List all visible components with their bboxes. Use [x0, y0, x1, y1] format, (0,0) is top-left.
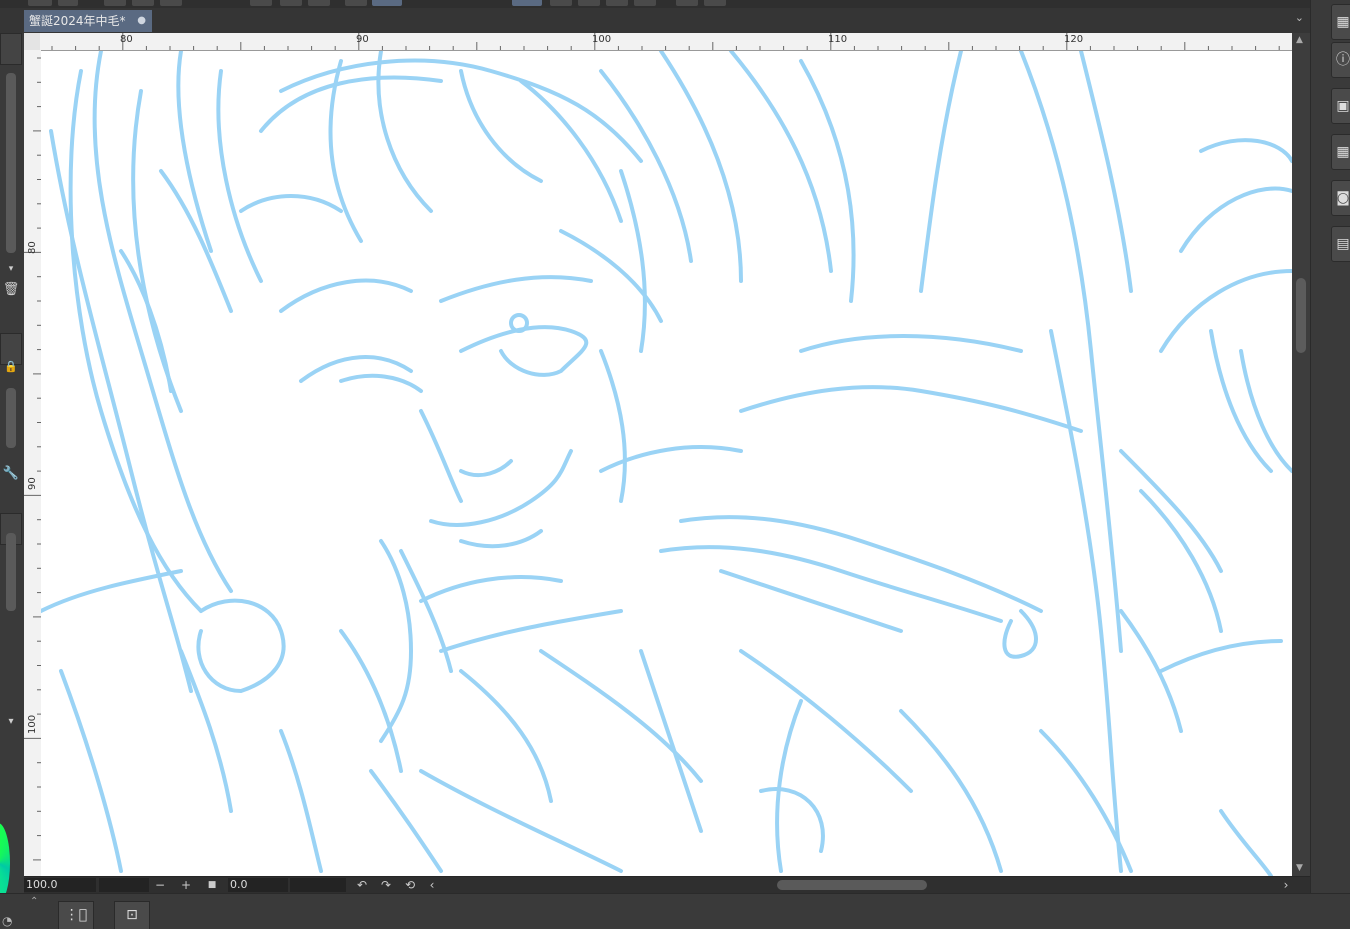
- chevron-up-icon[interactable]: ⌃: [30, 896, 38, 907]
- toolbar-button[interactable]: [634, 0, 656, 6]
- toolbar-button[interactable]: [28, 0, 52, 6]
- top-toolbar: [0, 0, 1350, 8]
- toolbar-button[interactable]: [578, 0, 600, 6]
- sketch-drawing: [41, 51, 1292, 876]
- tool-list-scrollbar[interactable]: [6, 73, 16, 253]
- ruler-label: 100: [592, 34, 612, 45]
- horizontal-scroll-thumb[interactable]: [777, 880, 927, 890]
- toolbar-button[interactable]: [280, 0, 302, 6]
- property-scrollbar[interactable]: [6, 388, 16, 448]
- toolbar-button[interactable]: [676, 0, 698, 6]
- scroll-down-icon[interactable]: ▼: [1296, 863, 1303, 873]
- ruler-label: 110: [828, 34, 848, 45]
- toolbar-button[interactable]: [58, 0, 78, 6]
- zoom-input[interactable]: 100.0: [24, 878, 96, 892]
- document-tab[interactable]: 蟹誕2024年中毛* ●: [24, 10, 152, 32]
- wrench-icon[interactable]: 🔧: [2, 465, 20, 483]
- navigator-icon[interactable]: ▦: [1331, 4, 1350, 40]
- toolbar-button[interactable]: [606, 0, 628, 6]
- fit-view-button[interactable]: ■: [204, 877, 220, 893]
- layer-icon[interactable]: ▦: [1331, 134, 1350, 170]
- ruler-ticks: [51, 33, 1280, 50]
- toolbar-button[interactable]: [308, 0, 330, 6]
- toolbar-button[interactable]: [250, 0, 272, 6]
- ruler-horizontal: 80 90 100 110 120: [40, 33, 1292, 51]
- rotate-left-button[interactable]: ↶: [354, 877, 370, 893]
- vertical-scroll-thumb[interactable]: [1296, 278, 1306, 353]
- ruler-label: 100: [27, 714, 38, 734]
- scroll-left-icon[interactable]: ‹: [424, 877, 440, 893]
- palette-scrollbar[interactable]: [6, 533, 16, 611]
- search-layer-icon[interactable]: ◙: [1331, 180, 1350, 216]
- drawing-canvas[interactable]: [41, 51, 1292, 876]
- scroll-up-icon[interactable]: ▲: [1296, 35, 1303, 45]
- ruler-ticks: [24, 57, 41, 861]
- rotation-slider[interactable]: [290, 878, 346, 892]
- toolbar-button[interactable]: [512, 0, 542, 6]
- chevron-down-icon[interactable]: ▾: [2, 260, 20, 278]
- lock-icon[interactable]: 🔒: [2, 358, 20, 376]
- ruler-label: 90: [356, 34, 369, 45]
- ruler-label: 90: [27, 477, 38, 490]
- ruler-corner: [24, 33, 40, 50]
- vertical-scrollbar[interactable]: ▲ ▼: [1292, 33, 1310, 876]
- toolbar-button[interactable]: [704, 0, 726, 6]
- ruler-label: 80: [27, 241, 38, 254]
- canvas-status-bar: 100.0 − + ■ 0.0 ↶ ↷ ⟲ ‹ ›: [24, 876, 1310, 894]
- expand-icon[interactable]: ▾: [2, 713, 20, 731]
- chevron-down-icon[interactable]: ⌄: [1295, 11, 1304, 24]
- panel-icon[interactable]: ◔: [2, 914, 12, 928]
- document-tab-bar: 蟹誕2024年中毛* ● ⌄: [0, 8, 1310, 33]
- subview-icon[interactable]: ▤: [1331, 226, 1350, 262]
- ruler-label: 120: [1064, 34, 1084, 45]
- toolbar-button[interactable]: [550, 0, 572, 6]
- zoom-slider[interactable]: [99, 878, 149, 892]
- ruler-vertical: 80 90 100: [24, 50, 42, 876]
- toolbar-button[interactable]: [372, 0, 402, 6]
- reset-rotation-button[interactable]: ⟲: [402, 877, 418, 893]
- zoom-in-button[interactable]: +: [178, 877, 194, 893]
- rotation-input[interactable]: 0.0: [228, 878, 288, 892]
- toolbar-button[interactable]: [160, 0, 182, 6]
- left-tool-panel: ▾ 🗑 🔒 🔧 ▾: [0, 33, 25, 927]
- scroll-right-icon[interactable]: ›: [1278, 877, 1294, 893]
- ruler-label: 80: [120, 34, 133, 45]
- info-icon[interactable]: ⓘ: [1331, 42, 1350, 78]
- toolbar-button[interactable]: [132, 0, 154, 6]
- right-dock: ▦ ⓘ ▣ ▦ ◙ ▤: [1310, 0, 1350, 893]
- modified-indicator: ●: [137, 15, 146, 26]
- camera-icon[interactable]: ⊡: [114, 901, 150, 929]
- toolbar-button[interactable]: [104, 0, 126, 6]
- layer-property-icon[interactable]: ▣: [1331, 88, 1350, 124]
- color-wheel[interactable]: [0, 823, 10, 903]
- document-tab-title: 蟹誕2024年中毛*: [29, 14, 126, 28]
- tool-palette-header[interactable]: [0, 33, 22, 65]
- zoom-out-button[interactable]: −: [152, 877, 168, 893]
- toolbar-button[interactable]: [345, 0, 367, 6]
- trash-icon[interactable]: 🗑: [2, 281, 20, 299]
- timeline-icon[interactable]: ⋮⃞: [58, 901, 94, 929]
- bottom-dock: ⌃ ◔ ⋮⃞ ⊡: [0, 893, 1350, 929]
- rotate-right-button[interactable]: ↷: [378, 877, 394, 893]
